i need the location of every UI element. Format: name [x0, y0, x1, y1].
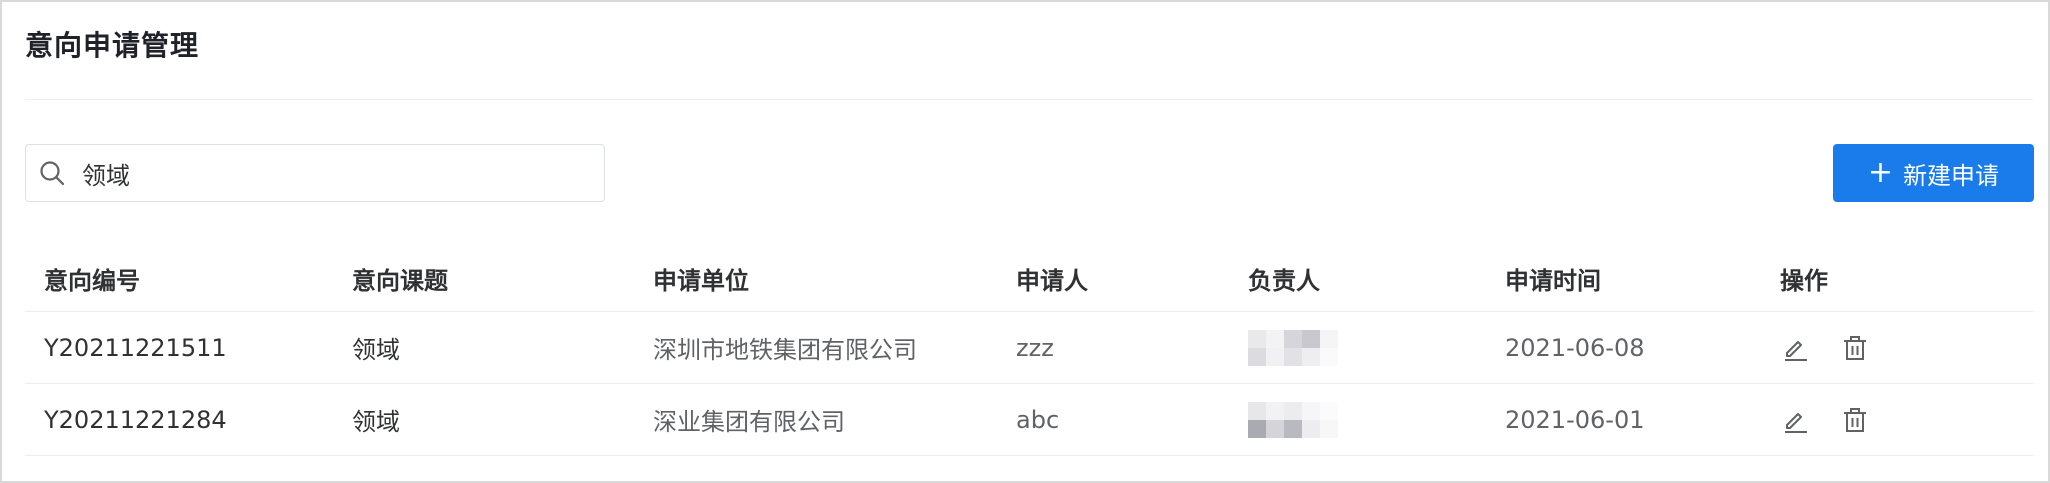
cell-owner	[1248, 384, 1338, 455]
page-title: 意向申请管理	[25, 29, 200, 62]
cell-time: 2021-06-01	[1505, 405, 1645, 434]
delete-icon[interactable]	[1840, 405, 1870, 435]
cell-unit: 深业集团有限公司	[653, 408, 845, 436]
table-row: Y20211221284 领域 深业集团有限公司 abc 2021-06-01	[25, 384, 2034, 456]
cell-actions	[1780, 384, 1870, 455]
search-input[interactable]	[82, 159, 562, 187]
table-row: Y20211221511 领域 深圳市地铁集团有限公司 zzz 2021-06-…	[25, 312, 2034, 384]
cell-applicant: abc	[1016, 405, 1060, 434]
cell-id: Y20211221511	[44, 333, 227, 362]
column-header-topic[interactable]: 意向课题	[352, 245, 448, 311]
search-icon	[38, 159, 66, 187]
blurred-owner-name	[1248, 329, 1338, 366]
plus-icon: +	[1867, 155, 1894, 190]
column-header-id[interactable]: 意向编号	[44, 245, 140, 311]
column-header-applicant[interactable]: 申请人	[1016, 245, 1088, 311]
cell-time: 2021-06-08	[1505, 333, 1645, 362]
divider	[25, 99, 2033, 100]
delete-icon[interactable]	[1840, 333, 1870, 363]
cell-owner	[1248, 312, 1338, 383]
column-header-owner[interactable]: 负责人	[1248, 245, 1320, 311]
table-header-row: 意向编号 意向课题 申请单位 申请人 负责人 申请时间 操作	[25, 245, 2034, 312]
cell-actions	[1780, 312, 1870, 383]
new-application-label: 新建申请	[1903, 161, 2000, 190]
cell-id: Y20211221284	[44, 405, 227, 434]
column-header-actions: 操作	[1780, 266, 1828, 295]
column-header-time[interactable]: 申请时间	[1505, 245, 1601, 311]
page-frame: 意向申请管理 + 新建申请 意向编号 意向课题 申请单位 申请人 负责人 申请时…	[0, 0, 2050, 483]
applications-table: 意向编号 意向课题 申请单位 申请人 负责人 申请时间 操作 Y20211221…	[25, 245, 2034, 456]
cell-unit: 深圳市地铁集团有限公司	[653, 336, 917, 364]
edit-icon[interactable]	[1780, 405, 1810, 435]
blurred-owner-name	[1248, 401, 1338, 438]
search-box[interactable]	[25, 144, 605, 202]
new-application-button[interactable]: + 新建申请	[1833, 144, 2034, 202]
column-header-unit[interactable]: 申请单位	[653, 245, 749, 311]
edit-icon[interactable]	[1780, 333, 1810, 363]
cell-topic: 领域	[352, 408, 400, 436]
cell-topic: 领域	[352, 336, 400, 364]
cell-applicant: zzz	[1016, 333, 1054, 362]
